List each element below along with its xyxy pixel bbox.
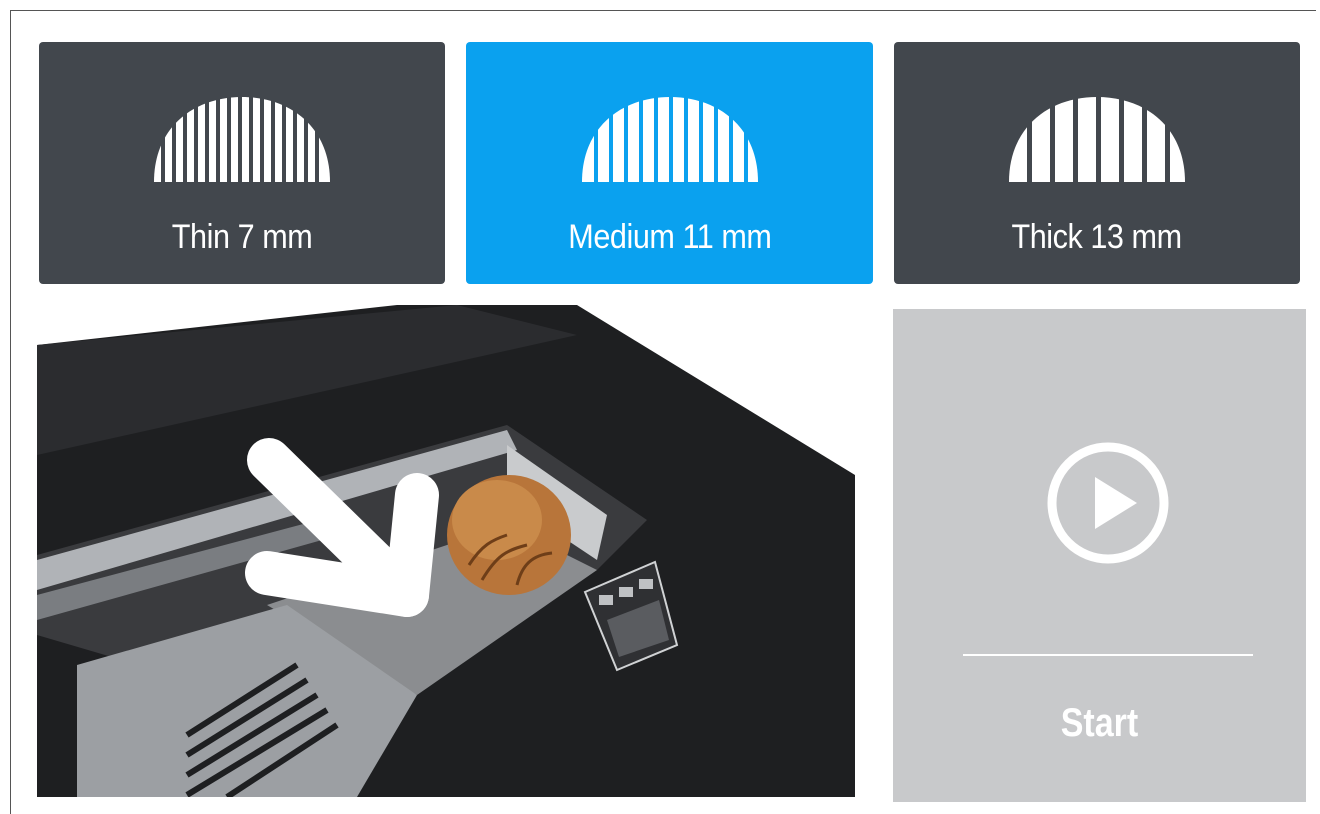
start-button[interactable]: Start bbox=[893, 309, 1306, 802]
medium-slice-button[interactable]: Medium 11 mm bbox=[466, 42, 873, 284]
thick-slice-label: Thick 13 mm bbox=[1011, 218, 1183, 256]
bread-thick-slices-icon bbox=[1009, 97, 1185, 182]
start-divider bbox=[963, 654, 1253, 656]
start-label: Start bbox=[1060, 701, 1139, 745]
medium-slice-label: Medium 11 mm bbox=[567, 218, 772, 256]
thick-slice-button[interactable]: Thick 13 mm bbox=[894, 42, 1300, 284]
thin-slice-button[interactable]: Thin 7 mm bbox=[39, 42, 445, 284]
bread-thin-slices-icon bbox=[154, 97, 330, 182]
bread-medium-slices-icon bbox=[581, 97, 758, 182]
bread-slicer-machine-image bbox=[37, 305, 855, 797]
thin-slice-label: Thin 7 mm bbox=[171, 218, 313, 256]
play-circle-icon bbox=[1047, 442, 1169, 564]
